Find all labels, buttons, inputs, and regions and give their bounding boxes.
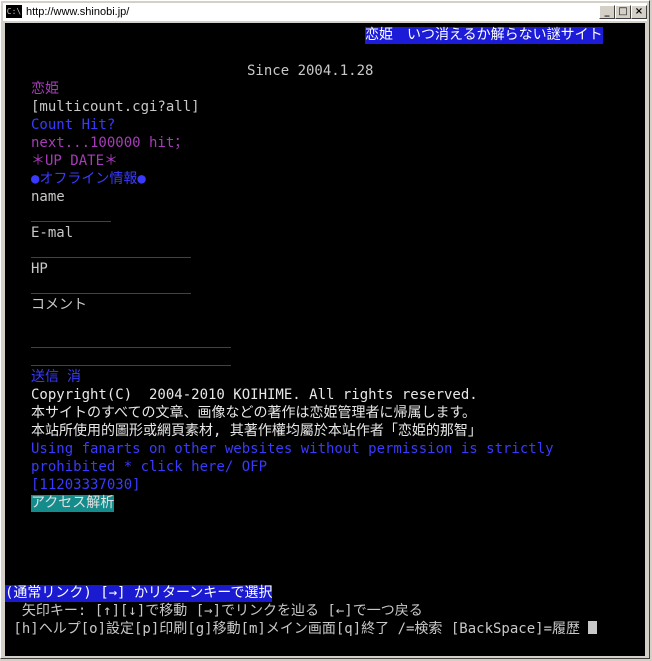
comment-field-line-1[interactable]: [31, 347, 231, 348]
submit-button[interactable]: 送信: [31, 369, 59, 386]
command-help: [h]ヘルプ[o]設定[p]印刷[g]移動[m]メイン画面[q]終了 /=検索 …: [5, 621, 581, 637]
offline-info-link[interactable]: ●オフライン情報●: [31, 171, 146, 188]
terminal-cursor: [588, 621, 598, 634]
counter-text: [multicount.cgi?all]: [31, 99, 200, 115]
comment-label: コメント: [31, 297, 87, 313]
window-title: http://www.shinobi.jp/: [26, 6, 130, 18]
site-name: 恋姫: [31, 81, 59, 97]
hp-field[interactable]: [31, 293, 191, 294]
command-help-row: [h]ヘルプ[o]設定[p]印刷[g]移動[m]メイン画面[q]終了 /=検索 …: [5, 621, 598, 638]
since-date: Since 2004.1.28: [247, 63, 374, 79]
fanart-notice-line-2[interactable]: prohibited * click here/ OFP: [31, 459, 267, 476]
fanart-notice-line-1[interactable]: Using fanarts on other websites without …: [31, 441, 554, 458]
name-label: name: [31, 189, 65, 205]
terminal-screen: 恋姫 いつ消えるか解らない謎サイト Since 2004.1.28 恋姫 [mu…: [5, 23, 645, 656]
comment-field-line-2[interactable]: [31, 365, 231, 366]
notice-chinese: 本站所使用的圖形或網頁素材, 其著作權均屬於本站作者「恋姫的那智」: [31, 423, 482, 439]
email-label: E-mal: [31, 225, 74, 241]
count-hit-link[interactable]: Count Hit?: [31, 117, 115, 134]
update-link[interactable]: ＊UP DATE＊: [31, 153, 118, 170]
next-hit-link[interactable]: next...100000 hit；: [31, 135, 188, 152]
access-analysis-link[interactable]: アクセス解析: [31, 495, 115, 512]
notice-japanese: 本サイトのすべての文章、画像などの著作は恋姫管理者に帰属します。: [31, 405, 477, 421]
arrow-key-help: 矢印キー: [↑][↓]で移動 [→]でリンクを辿る [←]で一つ戻る: [5, 603, 423, 619]
copyright-text: Copyright(C) 2004-2010 KOIHIME. All righ…: [31, 387, 478, 403]
maximize-button[interactable]: □: [615, 5, 631, 19]
hp-label: HP: [31, 261, 48, 277]
title-bar: C:\ http://www.shinobi.jp/ _ □ ×: [3, 3, 647, 21]
console-icon: C:\: [6, 5, 22, 18]
name-field[interactable]: [31, 221, 111, 222]
browser-window: C:\ http://www.shinobi.jp/ _ □ × 恋姫 いつ消え…: [0, 0, 650, 659]
minimize-button[interactable]: _: [599, 5, 615, 19]
close-button[interactable]: ×: [631, 5, 647, 19]
link-hint-status: (通常リンク) [→] かリターンキーで選択: [5, 585, 273, 602]
code-link[interactable]: [11203337030]: [31, 477, 141, 494]
clear-button[interactable]: 消: [67, 369, 81, 386]
site-header-title: 恋姫 いつ消えるか解らない謎サイト: [365, 27, 603, 44]
email-field[interactable]: [31, 257, 191, 258]
